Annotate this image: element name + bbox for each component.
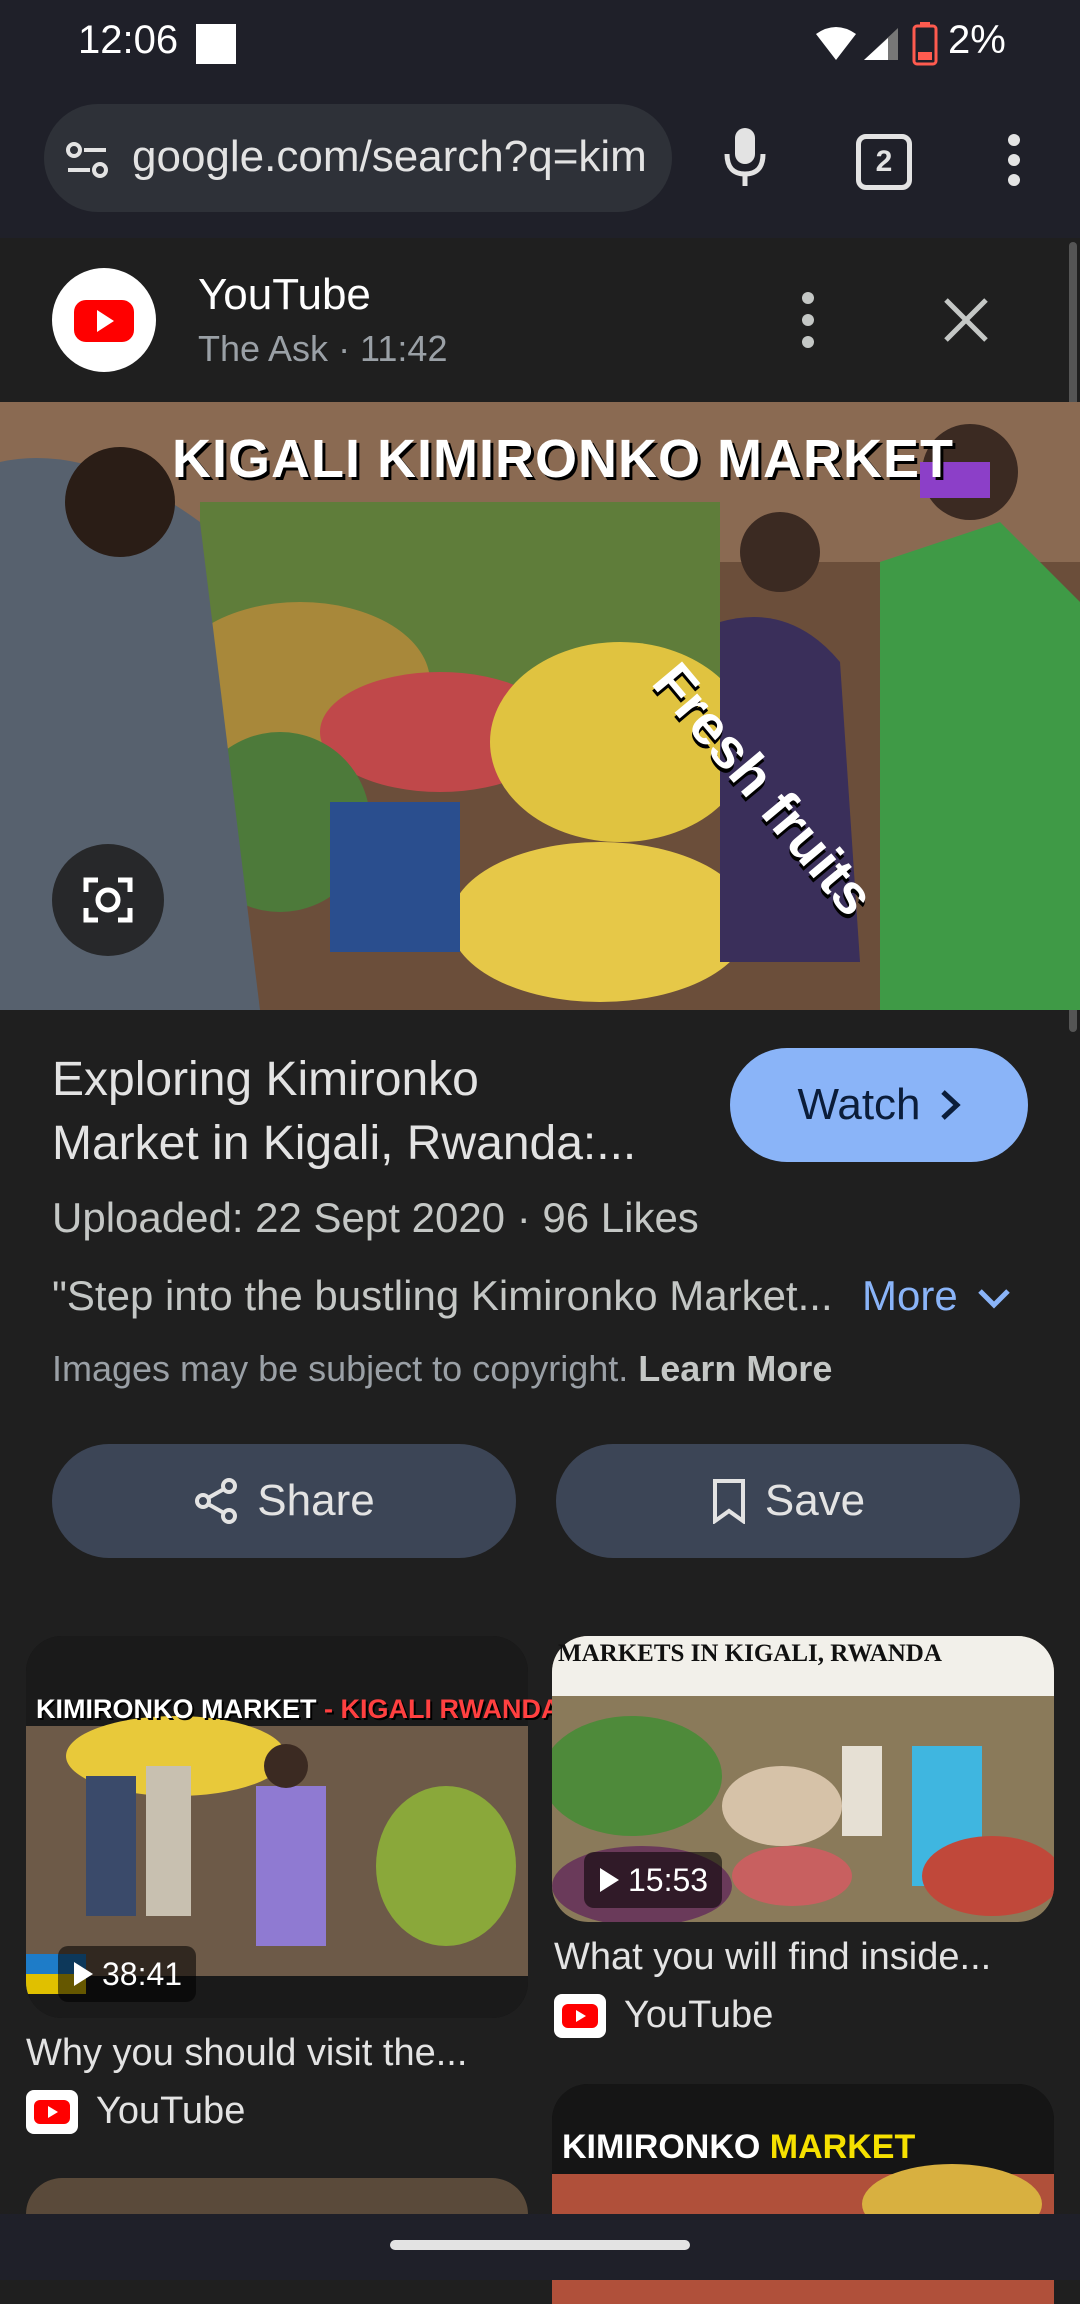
- related-3-overlay-text: KIMIRONKO: [562, 2128, 761, 2166]
- related-2-title[interactable]: What you will find inside...: [554, 1936, 991, 1979]
- related-1-overlay-text-2: - KIGALI RWANDA: [324, 1694, 561, 1724]
- youtube-small-icon: [554, 1994, 606, 2038]
- related-1-overlay-text: KIMIRONKO MARKET: [36, 1694, 317, 1724]
- related-1-duration-text: 38:41: [102, 1955, 183, 1992]
- url-text[interactable]: google.com/search?q=kim: [132, 132, 652, 182]
- watch-label: Watch: [797, 1080, 921, 1129]
- copyright-notice: Images may be subject to copyright. Lear…: [52, 1348, 832, 1390]
- more-button[interactable]: More: [862, 1272, 1011, 1320]
- battery-icon: [912, 22, 938, 66]
- image-overlay-title: KIGALI KIMIRONKO MARKET: [172, 429, 954, 489]
- share-label: Share: [257, 1476, 375, 1525]
- source-subtitle: The Ask · 11:42: [198, 328, 448, 369]
- more-options-icon[interactable]: [796, 292, 820, 348]
- lens-search-button[interactable]: [52, 844, 164, 956]
- video-description: "Step into the bustling Kimironko Market…: [52, 1272, 833, 1319]
- related-2-overlay: MARKETS IN KIGALI, RWANDA: [558, 1640, 942, 1667]
- more-label: More: [862, 1272, 958, 1319]
- related-3-overlay: KIMIRONKO MARKET: [562, 2128, 915, 2167]
- overflow-menu-icon[interactable]: [1000, 132, 1028, 188]
- watch-button[interactable]: Watch: [730, 1048, 1028, 1162]
- copyright-text: Images may be subject to copyright.: [52, 1348, 629, 1389]
- wifi-signal-icon: [816, 27, 898, 60]
- bookmark-icon: [712, 1479, 745, 1524]
- share-icon: [195, 1478, 238, 1524]
- video-title-line2: Market in Kigali, Rwanda:...: [52, 1117, 637, 1170]
- video-meta: Uploaded: 22 Sept 2020 · 96 Likes: [52, 1194, 699, 1241]
- play-icon: [600, 1868, 619, 1892]
- related-1-overlay: KIMIRONKO MARKET - KIGALI RWANDA: [36, 1694, 561, 1725]
- tab-switcher-button[interactable]: 2: [856, 134, 912, 190]
- share-button[interactable]: Share: [52, 1444, 516, 1558]
- site-settings-icon[interactable]: [66, 140, 110, 180]
- chevron-right-icon: [940, 1090, 961, 1120]
- lens-icon: [83, 877, 133, 923]
- battery-percent: 2%: [948, 18, 1006, 62]
- close-icon[interactable]: [942, 296, 990, 344]
- related-1-duration: 38:41: [58, 1946, 197, 2002]
- related-2-duration: 15:53: [584, 1852, 723, 1908]
- video-title-line1: Exploring Kimironko: [52, 1053, 479, 1106]
- related-2-duration-text: 15:53: [628, 1861, 709, 1898]
- related-1-title[interactable]: Why you should visit the...: [26, 2032, 467, 2075]
- play-icon: [74, 1962, 93, 1986]
- related-3-overlay-text-2: MARKET: [769, 2128, 916, 2166]
- source-title[interactable]: YouTube: [198, 270, 371, 320]
- related-1-source: YouTube: [96, 2090, 246, 2132]
- youtube-small-icon: [26, 2090, 78, 2134]
- notification-icon: [196, 24, 236, 64]
- microphone-icon[interactable]: [722, 126, 768, 190]
- learn-more-link[interactable]: Learn More: [638, 1348, 832, 1389]
- status-time: 12:06: [78, 18, 179, 62]
- save-label: Save: [764, 1476, 866, 1525]
- youtube-logo-icon: [52, 268, 156, 372]
- home-gesture-handle[interactable]: [390, 2240, 690, 2250]
- chevron-down-icon: [978, 1289, 1011, 1309]
- related-2-source: YouTube: [624, 1994, 774, 2036]
- video-title[interactable]: Exploring Kimironko Market in Kigali, Rw…: [52, 1048, 692, 1176]
- save-button[interactable]: Save: [556, 1444, 1020, 1558]
